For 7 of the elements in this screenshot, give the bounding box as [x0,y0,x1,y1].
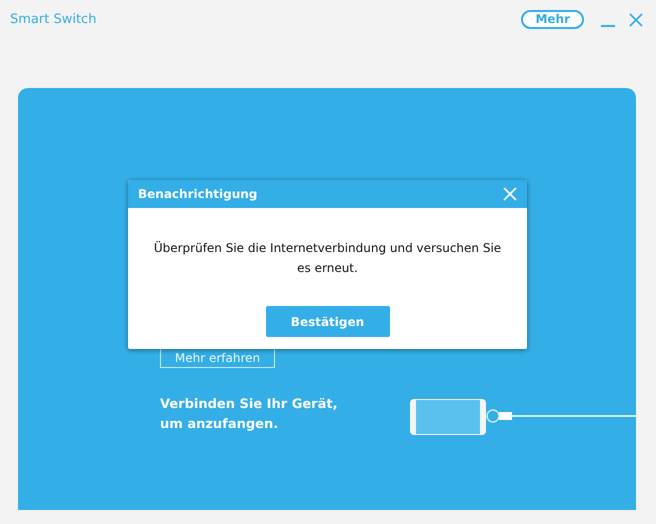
more-button[interactable]: Mehr [521,10,584,29]
window-title: Smart Switch [10,11,96,29]
connect-instruction: Verbinden Sie Ihr Gerät, um anzufangen. [160,396,339,434]
dialog-title: Benachrichtigung [138,186,258,203]
close-icon[interactable] [628,12,644,28]
confirm-button[interactable]: Bestätigen [266,306,390,337]
dialog-message: Überprüfen Sie die Internetverbindung und versuchen Sie es erneut. [154,241,502,275]
